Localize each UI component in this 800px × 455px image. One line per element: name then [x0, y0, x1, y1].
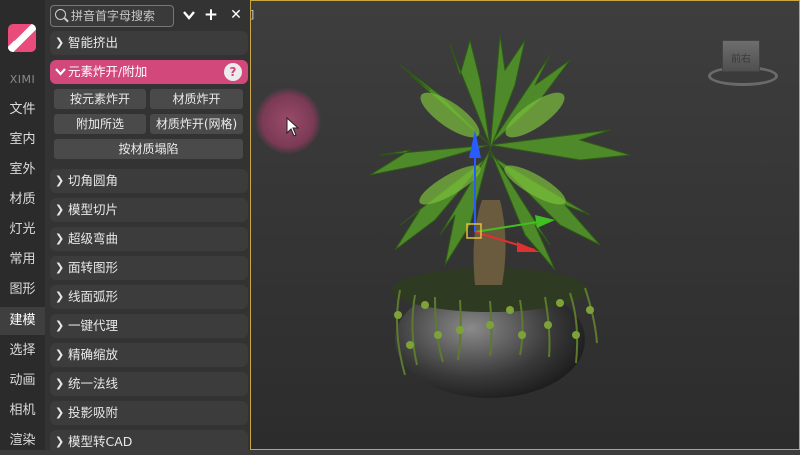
chevron-right-icon: ❯: [55, 348, 65, 361]
rail-item-file[interactable]: 文件: [0, 96, 45, 124]
help-icon[interactable]: ?: [224, 63, 242, 81]
attach-selected-button[interactable]: 附加所选: [54, 114, 146, 134]
chevron-right-icon: ❯: [55, 203, 65, 216]
rail-item-animation[interactable]: 动画: [0, 367, 45, 395]
section-smart-extrude[interactable]: ❯ 智能挤出: [50, 31, 248, 55]
section-super-bend[interactable]: ❯ 超级弯曲: [50, 227, 248, 251]
brand-label: XIMI: [9, 73, 36, 86]
section-model-to-cad[interactable]: ❯ 模型转CAD: [50, 430, 248, 454]
material-explode-grid-button[interactable]: 材质炸开(网格): [150, 114, 243, 134]
search-icon: [55, 9, 66, 20]
rail-item-shape[interactable]: 图形: [0, 276, 45, 304]
close-button[interactable]: ✕: [227, 4, 245, 26]
section-one-click-proxy[interactable]: ❯ 一键代理: [50, 314, 248, 338]
add-button[interactable]: +: [202, 4, 220, 26]
chevron-right-icon: ❯: [55, 232, 65, 245]
explode-by-element-button[interactable]: 按元素炸开: [54, 89, 146, 109]
chevron-right-icon: ❯: [55, 435, 65, 448]
chevron-right-icon: ❯: [55, 290, 65, 303]
search-box[interactable]: [50, 5, 174, 27]
app-logo: [8, 24, 36, 52]
chevron-right-icon: ❯: [55, 319, 65, 332]
left-rail: XIMI 文件 室内 室外 材质 灯光 常用 图形 建模 选择 动画 相机 渲染: [0, 0, 45, 450]
chevron-right-icon: ❯: [55, 377, 65, 390]
mouse-cursor-icon: [286, 117, 300, 137]
chevron-down-icon: [183, 11, 195, 20]
section-projection-snap[interactable]: ❯ 投影吸附: [50, 401, 248, 425]
viewcube[interactable]: 前右: [722, 40, 760, 72]
section-precise-scale[interactable]: ❯ 精确缩放: [50, 343, 248, 367]
rail-item-interior[interactable]: 室内: [0, 126, 45, 154]
rail-item-common[interactable]: 常用: [0, 246, 45, 274]
search-input[interactable]: [71, 6, 171, 26]
tool-panel: + ✕ ❯ 智能挤出 元素炸开/附加 ? 按元素炸开 材质炸开 附加所选 材质炸…: [45, 0, 250, 454]
section-chamfer-fillet[interactable]: ❯ 切角圆角: [50, 169, 248, 193]
section-unify-normals[interactable]: ❯ 统一法线: [50, 372, 248, 396]
rail-item-lighting[interactable]: 灯光: [0, 216, 45, 244]
chevron-right-icon: ❯: [55, 406, 65, 419]
section-explode-attach[interactable]: 元素炸开/附加 ?: [50, 60, 248, 84]
rail-item-render[interactable]: 渲染: [0, 427, 45, 455]
chevron-right-icon: ❯: [55, 174, 65, 187]
collapse-button[interactable]: [180, 4, 198, 26]
chevron-right-icon: ❯: [55, 36, 65, 49]
rail-item-modeling[interactable]: 建模: [0, 307, 45, 335]
rail-item-select[interactable]: 选择: [0, 337, 45, 365]
rail-item-camera[interactable]: 相机: [0, 397, 45, 425]
section-line-face-arc[interactable]: ❯ 线面弧形: [50, 285, 248, 309]
rail-item-exterior[interactable]: 室外: [0, 156, 45, 184]
collapse-by-material-button[interactable]: 按材质塌陷: [54, 139, 243, 159]
viewcube-label: 前右: [731, 54, 751, 65]
section-face-to-shape[interactable]: ❯ 面转图形: [50, 256, 248, 280]
section-model-slice[interactable]: ❯ 模型切片: [50, 198, 248, 222]
material-explode-button[interactable]: 材质炸开: [150, 89, 243, 109]
viewport[interactable]: ] 前右: [250, 0, 800, 450]
rail-item-material[interactable]: 材质: [0, 186, 45, 214]
chevron-right-icon: ❯: [55, 261, 65, 274]
viewport-corner-mark: ]: [250, 8, 255, 21]
transform-gizmo[interactable]: [455, 120, 575, 260]
chevron-down-icon: [55, 60, 66, 84]
